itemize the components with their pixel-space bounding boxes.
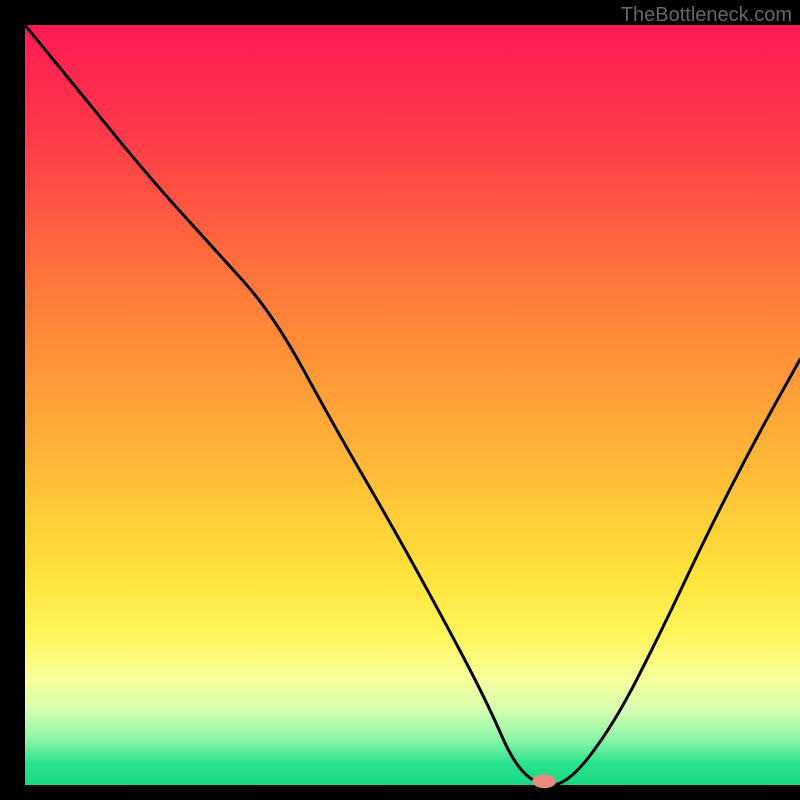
watermark-text: TheBottleneck.com xyxy=(621,4,792,27)
optimum-marker xyxy=(532,774,556,788)
plot-background xyxy=(25,25,800,785)
bottleneck-chart xyxy=(0,0,800,800)
